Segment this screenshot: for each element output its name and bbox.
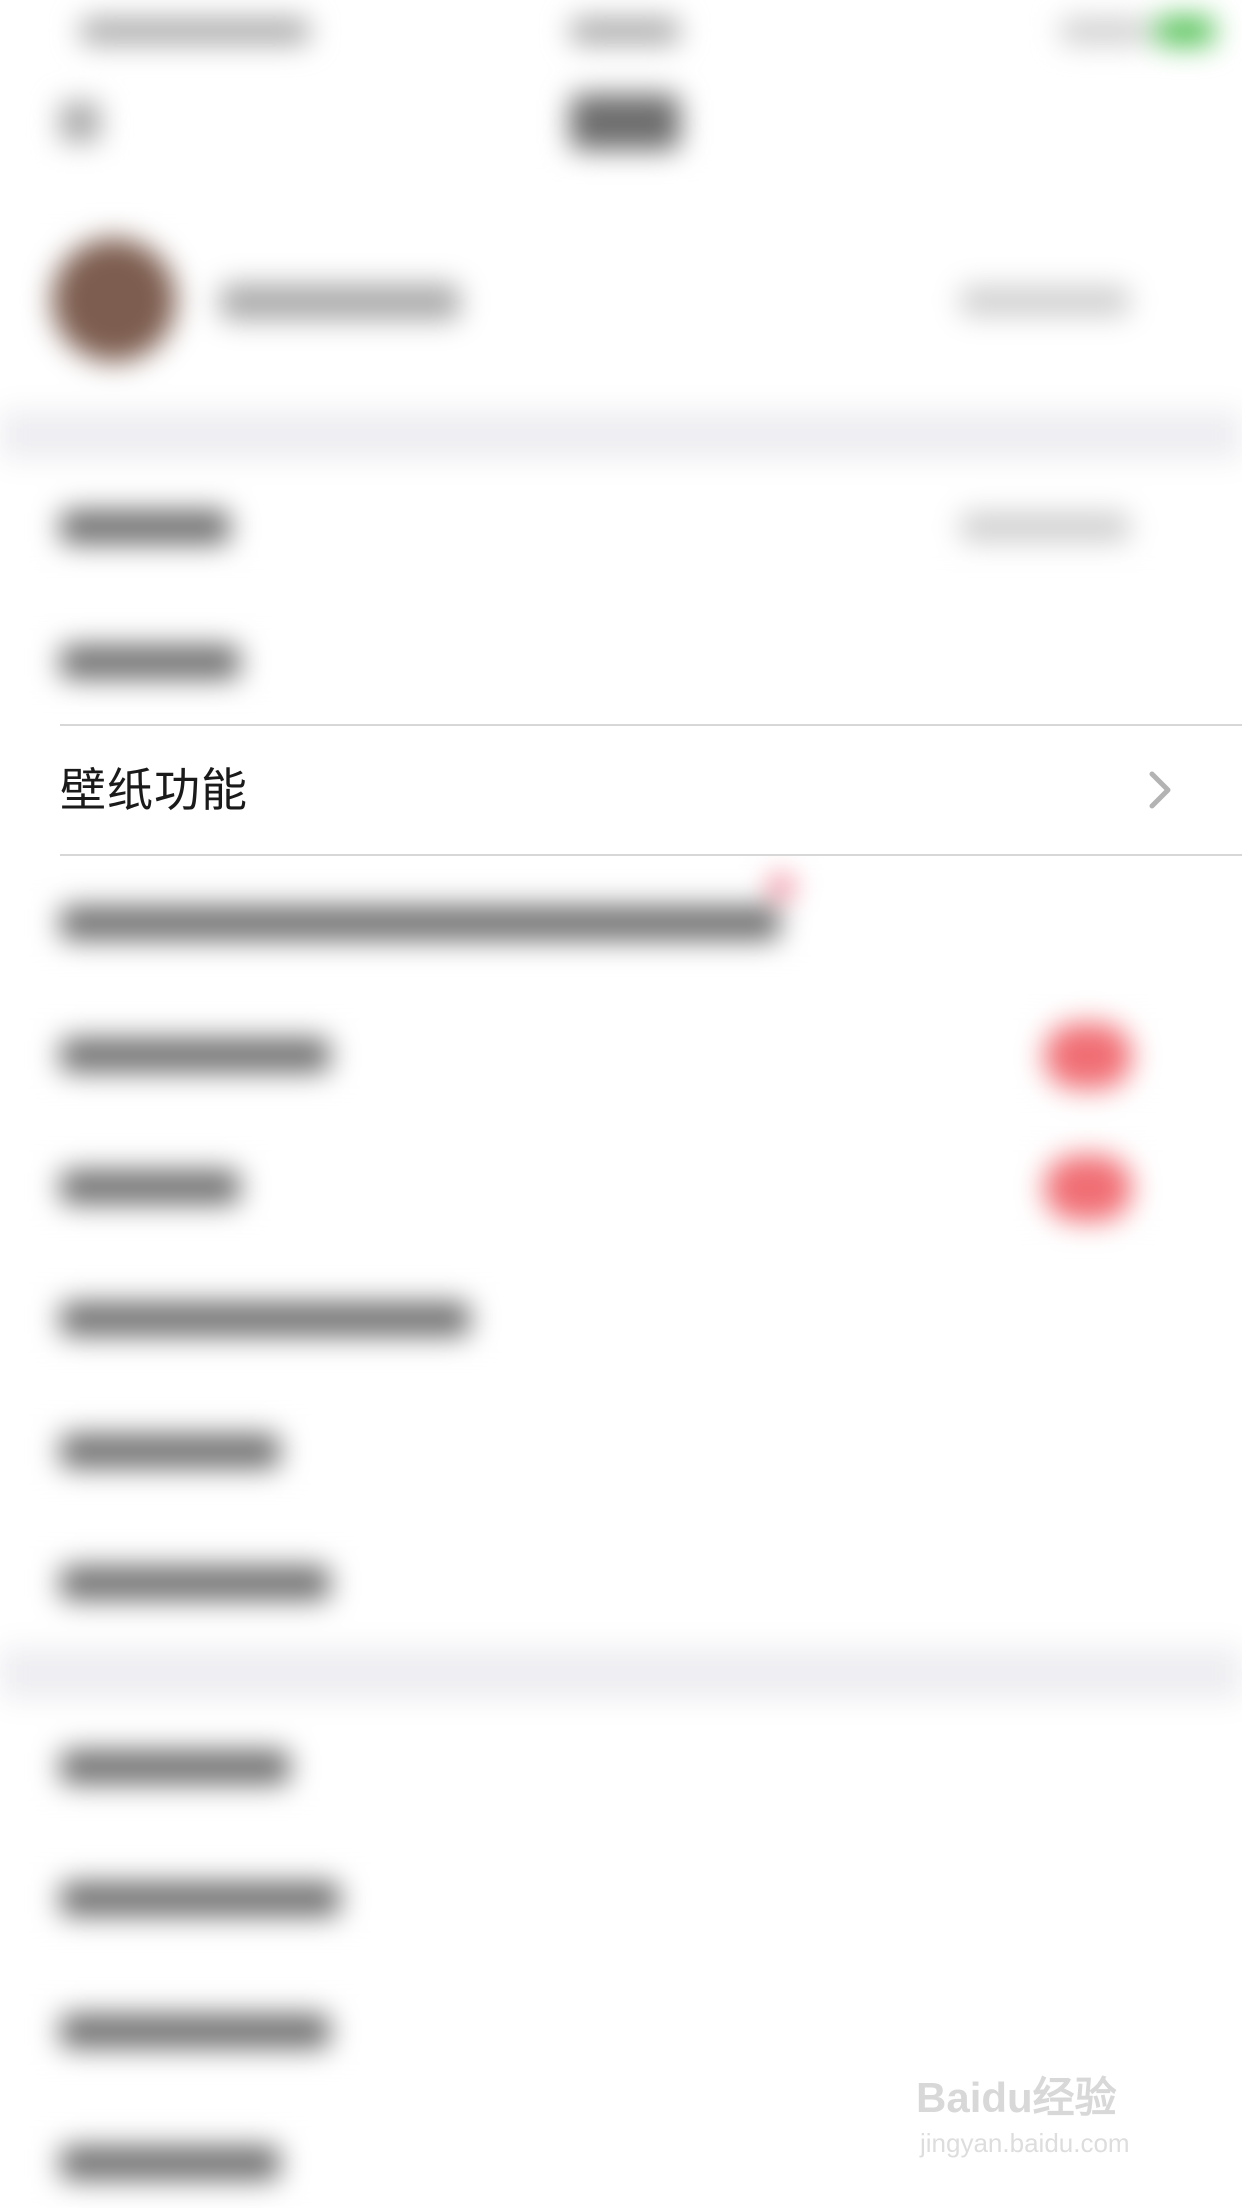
list-item-label [60, 645, 240, 679]
list-item-value [960, 512, 1130, 542]
list-item-label [60, 510, 230, 544]
watermark-url: jingyan.baidu.com [920, 2128, 1130, 2158]
list-item-label [60, 1434, 280, 1468]
profile-detail [960, 286, 1130, 316]
nav-title [570, 94, 680, 150]
list-item-label [60, 2146, 280, 2180]
toggle-switch[interactable] [1044, 1023, 1132, 1089]
list-item-label [60, 1566, 330, 1600]
list-item-label [60, 1170, 240, 1204]
baidu-watermark: Baidu经验 jingyan.baidu.com [916, 2064, 1176, 2174]
wallpaper-row[interactable]: 壁纸功能 [0, 724, 1242, 856]
list-item[interactable] [0, 988, 1242, 1119]
list-item-label [60, 1038, 330, 1072]
list-item[interactable] [0, 1516, 1242, 1647]
list-item-label [60, 1882, 340, 1916]
battery-icon [1155, 16, 1215, 46]
divider [60, 854, 1242, 856]
status-battery-text [1060, 18, 1150, 44]
list-item[interactable] [0, 595, 1242, 726]
list-item-label [60, 1302, 470, 1336]
watermark-logo: Baidu经验 [916, 2074, 1117, 2121]
list-item[interactable] [0, 460, 1242, 591]
navigation-bar [0, 60, 1242, 190]
back-icon[interactable] [60, 102, 100, 142]
profile-name [220, 284, 460, 320]
list-item[interactable] [0, 1252, 1242, 1383]
toggle-switch[interactable] [1044, 1155, 1132, 1221]
status-bar [0, 0, 1242, 60]
profile-row[interactable] [0, 190, 1242, 410]
wallpaper-label: 壁纸功能 [60, 763, 248, 817]
list-item-label [60, 1750, 290, 1784]
avatar [52, 238, 176, 362]
list-item[interactable] [0, 1120, 1242, 1251]
section-gap [0, 1647, 1242, 1707]
chevron-right-icon [1149, 771, 1171, 809]
carrier-signal [80, 18, 310, 44]
list-item[interactable] [0, 1832, 1242, 1963]
notification-dot [770, 876, 792, 898]
list-item-label [60, 906, 780, 940]
list-item[interactable] [0, 856, 1242, 987]
list-item[interactable] [0, 1384, 1242, 1515]
status-time [570, 18, 680, 44]
list-item-label [60, 2014, 330, 2048]
list-item[interactable] [0, 1700, 1242, 1831]
divider [60, 724, 1242, 726]
